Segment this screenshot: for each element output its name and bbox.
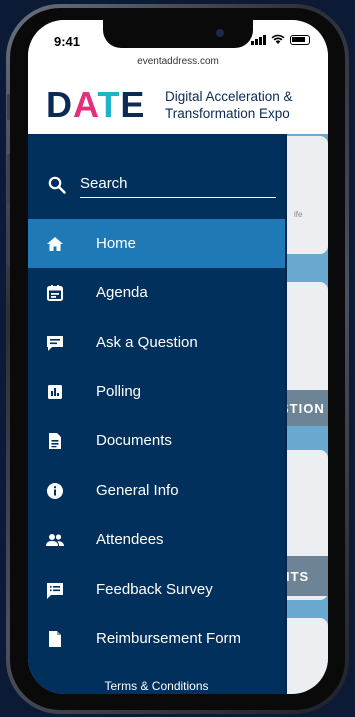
search-underline bbox=[80, 197, 276, 198]
document-icon bbox=[49, 432, 61, 449]
menu-item-general-info[interactable]: General Info bbox=[28, 466, 285, 515]
menu-item-agenda[interactable]: Agenda bbox=[28, 268, 285, 317]
date-logo: DATE bbox=[46, 84, 146, 125]
status-icons bbox=[251, 34, 310, 45]
url-bar[interactable]: eventaddress.com bbox=[28, 56, 328, 67]
search-input[interactable]: Search bbox=[80, 175, 128, 192]
chat-icon bbox=[47, 335, 63, 351]
feedback-icon bbox=[47, 582, 63, 599]
menu-item-feedback-survey[interactable]: Feedback Survey bbox=[28, 565, 285, 614]
status-bar: 9:41 eventaddress.com bbox=[28, 20, 328, 76]
info-icon bbox=[47, 482, 63, 499]
people-icon bbox=[46, 533, 64, 546]
form-file-icon bbox=[49, 630, 61, 647]
menu-label: Ask a Question bbox=[96, 334, 198, 351]
menu-item-home[interactable]: Home bbox=[28, 219, 285, 268]
event-subtitle: Digital Acceleration & Transformation Ex… bbox=[165, 88, 293, 122]
menu-label: General Info bbox=[96, 482, 179, 499]
notch bbox=[103, 20, 253, 48]
wifi-icon bbox=[271, 34, 285, 44]
search-icon bbox=[48, 176, 66, 194]
menu-label: Agenda bbox=[96, 284, 148, 301]
phone-screen: ife STION ITS 9:41 eventaddress.com DATE… bbox=[28, 20, 328, 694]
status-time: 9:41 bbox=[54, 34, 81, 49]
battery-icon bbox=[290, 35, 310, 45]
terms-conditions-link[interactable]: Terms & Conditions bbox=[28, 679, 285, 693]
subtitle-line-2: Transformation Expo bbox=[165, 106, 290, 121]
subtitle-line-1: Digital Acceleration & bbox=[165, 89, 293, 104]
menu-label: Feedback Survey bbox=[96, 581, 213, 598]
drawer-edge bbox=[285, 134, 287, 694]
menu-label: Attendees bbox=[96, 531, 164, 548]
menu-label: Polling bbox=[96, 383, 142, 400]
menu-item-attendees[interactable]: Attendees bbox=[28, 515, 285, 564]
calendar-icon bbox=[47, 284, 63, 301]
menu-label: Reimbursement Form bbox=[96, 630, 242, 647]
menu-item-reimbursement-form[interactable]: Reimbursement Form bbox=[28, 614, 285, 663]
background-card-text: ife bbox=[294, 210, 303, 219]
navigation-drawer: Search Home Agenda Ask a Question Pollin… bbox=[28, 134, 285, 694]
menu-label: Home bbox=[96, 235, 137, 252]
poll-chart-icon bbox=[48, 384, 62, 399]
menu-item-polling[interactable]: Polling bbox=[28, 367, 285, 416]
search-field[interactable]: Search bbox=[46, 174, 276, 198]
menu-label: Documents bbox=[96, 432, 172, 449]
event-header: DATE Digital Acceleration & Transformati… bbox=[28, 72, 328, 134]
home-icon bbox=[47, 236, 63, 251]
menu-item-documents[interactable]: Documents bbox=[28, 416, 285, 465]
menu-item-ask-question[interactable]: Ask a Question bbox=[28, 318, 285, 367]
camera-icon bbox=[216, 29, 224, 37]
signal-icon bbox=[251, 35, 266, 45]
